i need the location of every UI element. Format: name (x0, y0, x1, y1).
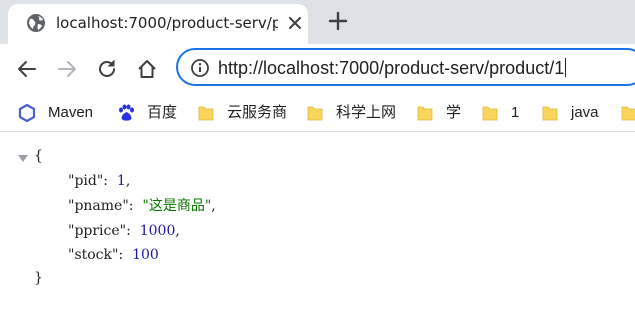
json-close-brace: } (34, 270, 43, 286)
json-comma: , (211, 198, 216, 214)
bookmark-label: 学 (446, 104, 462, 121)
info-icon[interactable] (190, 58, 210, 78)
tab-strip: localhost:7000/product-serv/product/1 (0, 0, 635, 44)
json-colon: : (126, 223, 140, 239)
text-caret (565, 58, 567, 77)
maven-hexagon-icon (18, 104, 36, 122)
new-tab-plus-icon[interactable] (326, 9, 350, 33)
globe-icon (27, 14, 45, 32)
json-value: 100 (132, 247, 159, 263)
json-colon: : (103, 173, 117, 189)
folder-icon (198, 106, 214, 121)
reload-icon[interactable] (96, 58, 118, 80)
json-comma: , (125, 173, 131, 189)
json-entry-stock: "stock": 100 (68, 244, 159, 266)
json-key: "pprice" (68, 223, 127, 239)
bookmark-label: Maven (48, 104, 94, 121)
url-host: http://localhost (218, 58, 335, 78)
collapse-toggle-icon[interactable] (18, 155, 28, 162)
address-bar[interactable]: http://localhost:7000/product-serv/produ… (176, 48, 635, 86)
json-key: "pname" (68, 198, 129, 214)
bookmark-folder-overflow[interactable] (620, 102, 635, 124)
folder-icon (417, 106, 433, 121)
json-value: 1000 (139, 223, 176, 239)
folder-icon (542, 106, 558, 121)
bookmark-label: 云服务商 (227, 104, 288, 121)
url-path: :7000/product-serv/product/1 (334, 58, 565, 78)
bookmark-label: 1 (511, 104, 520, 121)
baidu-paw-icon (119, 104, 134, 121)
back-arrow-icon[interactable] (16, 58, 38, 80)
url-text[interactable]: http://localhost:7000/product-serv/produ… (218, 57, 567, 79)
forward-arrow-icon[interactable] (56, 58, 78, 80)
json-value: 1 (116, 173, 126, 189)
folder-icon (482, 106, 498, 121)
folder-icon (621, 106, 635, 121)
json-colon: : (128, 198, 143, 214)
home-icon[interactable] (136, 58, 158, 80)
close-icon[interactable] (286, 14, 304, 32)
json-colon: : (118, 247, 133, 263)
json-comma: , (175, 223, 180, 239)
json-viewer: { "pid": 1, "pname": "这是商品", "pprice": 1… (0, 132, 635, 333)
tab-title: localhost:7000/product-serv/product/1 (56, 14, 278, 32)
json-open-brace: { (34, 148, 43, 164)
toolbar: http://localhost:7000/product-serv/produ… (0, 44, 635, 94)
json-entry-pname: "pname": "这是商品", (68, 195, 216, 217)
json-key: "stock" (68, 247, 119, 263)
json-key: "pid" (68, 173, 104, 189)
bookmark-label: 百度 (147, 104, 178, 121)
browser-tab[interactable]: localhost:7000/product-serv/product/1 (8, 4, 308, 44)
json-entry-pprice: "pprice": 1000, (68, 220, 180, 242)
folder-icon (307, 106, 323, 121)
bookmark-label: 科学上网 (336, 104, 397, 121)
json-value: "这是商品" (142, 198, 212, 214)
bookmarks-bar: Maven 百度 云服务商 科学上网 学 1 java (0, 94, 635, 132)
bookmark-label: java (571, 104, 599, 121)
json-entry-pid: "pid": 1, (68, 170, 130, 192)
